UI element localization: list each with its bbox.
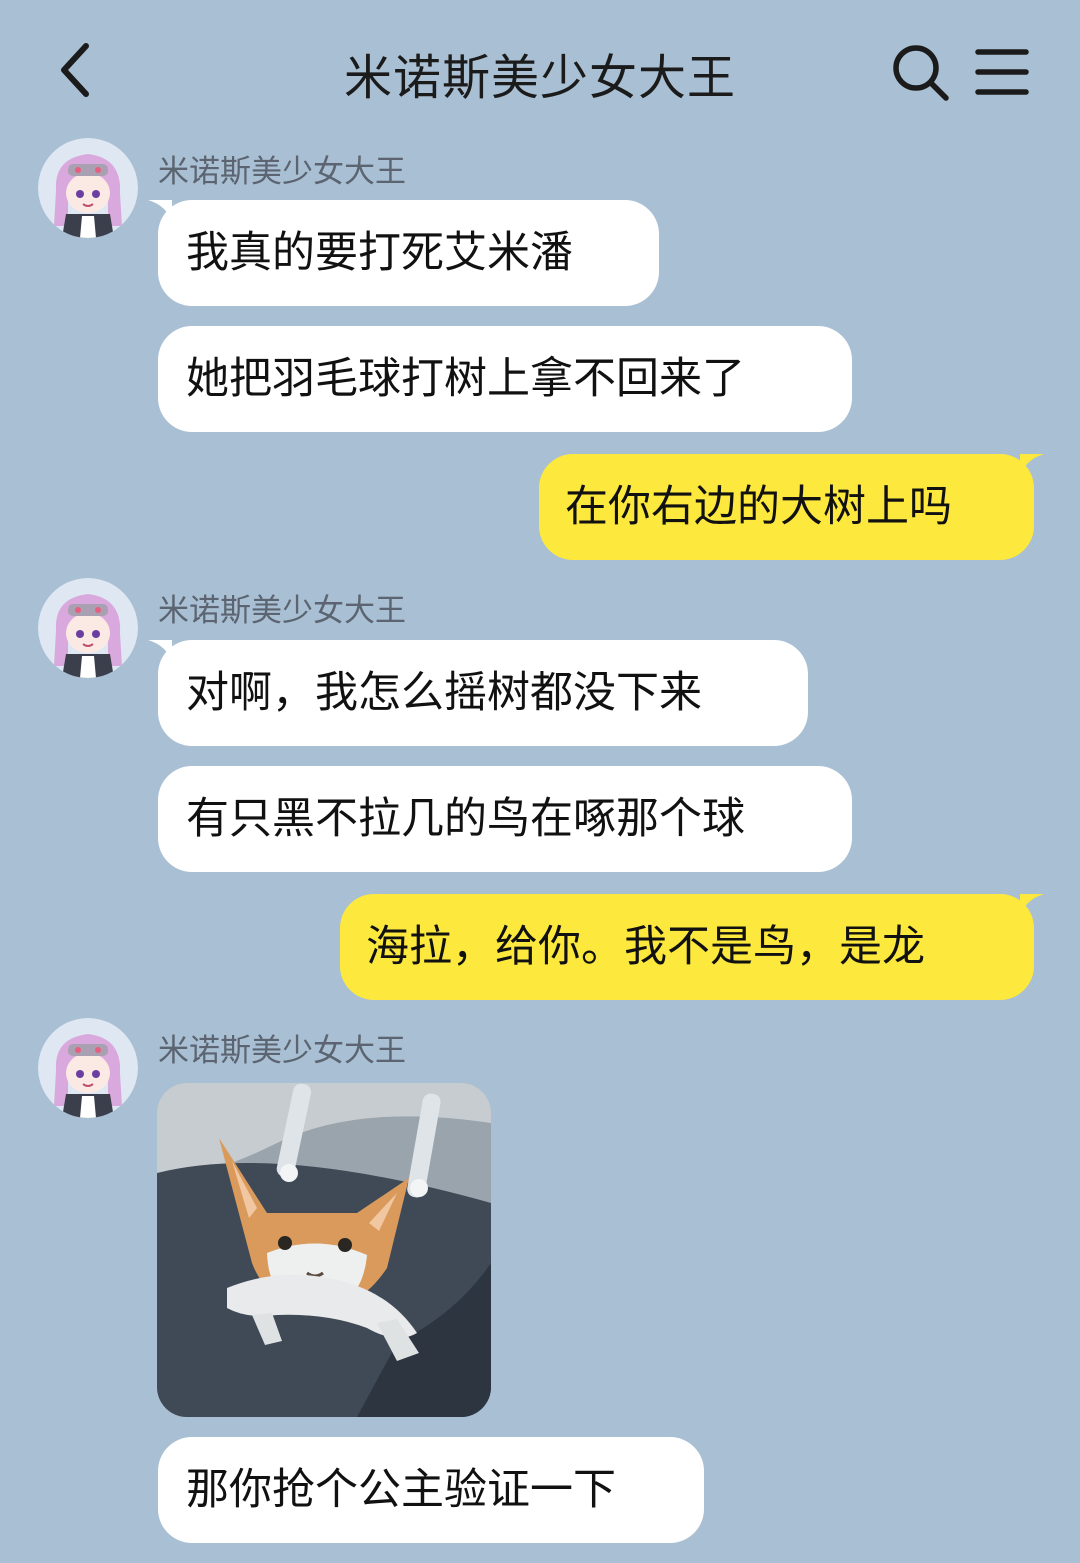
anime-girl-avatar-image <box>38 1018 138 1118</box>
message-bubble-outgoing[interactable]: 在你右边的大树上吗 <box>539 454 1044 560</box>
avatar[interactable] <box>38 138 138 238</box>
bubble-tail <box>148 200 172 224</box>
message-bubble-outgoing[interactable]: 海拉，给你。我不是鸟，是龙 <box>340 894 1044 1000</box>
message-bubble-incoming[interactable]: 她把羽毛球打树上拿不回来了 <box>158 326 852 432</box>
chat-header: 米诺斯美少女大王 <box>0 0 1080 140</box>
message-bubble-incoming[interactable]: 我真的要打死艾米潘 <box>148 200 659 306</box>
image-message[interactable] <box>157 1083 491 1417</box>
bubble-tail <box>148 640 172 664</box>
cat-sticker-image <box>157 1083 491 1417</box>
anime-girl-avatar-image <box>38 138 138 238</box>
menu-button[interactable] <box>968 40 1034 104</box>
bubble-tail <box>1020 894 1044 918</box>
message-text: 在你右边的大树上吗 <box>565 482 952 532</box>
search-button[interactable] <box>888 40 952 104</box>
avatar[interactable] <box>38 578 138 678</box>
message-text: 海拉，给你。我不是鸟，是龙 <box>366 922 925 972</box>
message-text: 对啊，我怎么摇树都没下来 <box>186 668 702 718</box>
message-text: 有只黑不拉几的鸟在啄那个球 <box>186 794 745 844</box>
sender-name: 米诺斯美少女大王 <box>158 154 406 190</box>
message-bubble-incoming[interactable]: 对啊，我怎么摇树都没下来 <box>148 640 808 746</box>
message-bubble-incoming[interactable]: 那你抢个公主验证一下 <box>158 1437 704 1543</box>
anime-girl-avatar-image <box>38 578 138 678</box>
message-text: 她把羽毛球打树上拿不回来了 <box>186 354 745 404</box>
search-icon <box>893 45 949 101</box>
avatar[interactable] <box>38 1018 138 1118</box>
message-text: 那你抢个公主验证一下 <box>186 1465 616 1515</box>
sender-name: 米诺斯美少女大王 <box>158 1033 406 1069</box>
bubble-tail <box>1020 454 1044 478</box>
message-bubble-incoming[interactable]: 有只黑不拉几的鸟在啄那个球 <box>158 766 852 872</box>
menu-icon <box>975 49 1029 95</box>
sender-name: 米诺斯美少女大王 <box>158 593 406 629</box>
message-text: 我真的要打死艾米潘 <box>186 228 573 278</box>
